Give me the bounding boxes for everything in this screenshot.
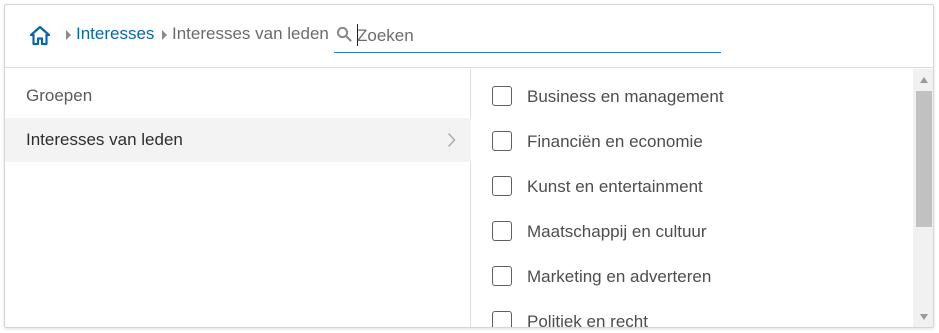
text-caret [357,24,358,46]
menu-item-interesses-van-leden[interactable]: Interesses van leden [5,118,471,162]
menu-item-label: Groepen [26,86,93,105]
search-icon [336,26,352,42]
scrollbar-thumb[interactable] [916,91,932,227]
category-menu: Groepen Interesses van leden [5,69,471,327]
home-icon[interactable] [29,25,51,47]
option-label: Financiën en economie [527,132,703,151]
menu-item-groepen[interactable]: Groepen [5,74,471,118]
option-financien-en-economie[interactable]: Financiën en economie [472,119,912,164]
picker-header: Interesses Interesses van leden [5,5,933,68]
checkbox[interactable] [492,266,512,286]
breadcrumb-separator-icon [66,30,71,40]
chevron-right-icon [447,133,456,147]
option-maatschappij-en-cultuur[interactable]: Maatschappij en cultuur [472,209,912,254]
option-label: Politiek en recht [527,312,648,328]
scroll-up-arrow-icon[interactable] [919,76,929,84]
option-kunst-en-entertainment[interactable]: Kunst en entertainment [472,164,912,209]
option-label: Kunst en entertainment [527,177,703,196]
scroll-down-arrow-icon[interactable] [919,313,929,321]
search-box[interactable] [334,21,721,53]
option-politiek-en-recht[interactable]: Politiek en recht [472,299,912,328]
breadcrumb-link-interesses[interactable]: Interesses [76,24,154,44]
checkbox[interactable] [492,221,512,241]
option-label: Business en management [527,87,724,106]
breadcrumb-separator-icon [162,30,167,40]
search-input[interactable] [357,21,717,51]
breadcrumb-current: Interesses van leden [172,24,329,43]
options-scrollbar[interactable] [913,69,933,327]
menu-item-label: Interesses van leden [26,130,183,149]
checkbox[interactable] [492,131,512,151]
interests-picker: Interesses Interesses van leden Groepen … [4,4,934,328]
option-business-en-management[interactable]: Business en management [472,74,912,119]
checkbox[interactable] [492,86,512,106]
option-marketing-en-adverteren[interactable]: Marketing en adverteren [472,254,912,299]
option-label: Maatschappij en cultuur [527,222,707,241]
options-list: Business en management Financiën en econ… [472,69,933,328]
checkbox[interactable] [492,176,512,196]
option-label: Marketing en adverteren [527,267,712,286]
checkbox[interactable] [492,311,512,327]
